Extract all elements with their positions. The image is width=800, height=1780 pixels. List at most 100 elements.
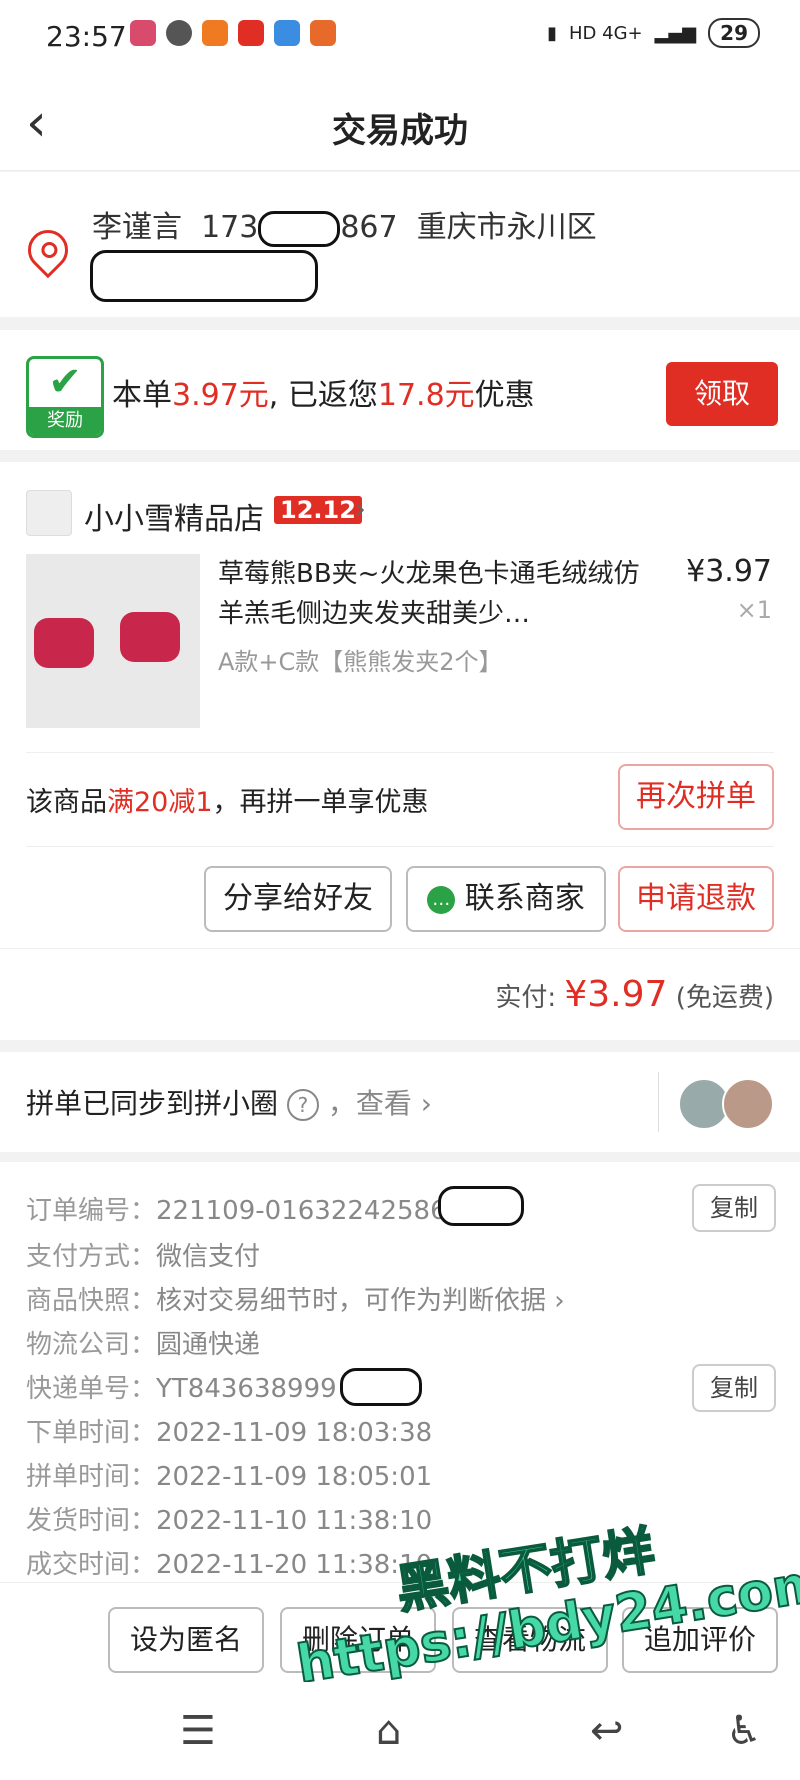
detail-order-no: 订单编号：221109-01632242586: [26, 1190, 447, 1227]
detail-value: 圆通快递: [156, 1330, 261, 1360]
group-circle-label: 拼单已同步到拼小圈: [26, 1087, 279, 1120]
address-card[interactable]: 李谨言 173 867 重庆市永川区: [0, 172, 800, 317]
promo-text-pre: 该商品: [26, 787, 107, 818]
app-notification-icon: [130, 20, 156, 46]
wechat-icon: [166, 20, 192, 46]
chat-icon: …: [427, 885, 456, 914]
signal-icon: ▂▄▆: [654, 22, 697, 44]
detail-payment: 支付方式：微信支付: [26, 1236, 260, 1273]
network-label: HD 4G+: [569, 22, 643, 44]
recipient-name: 李谨言: [92, 210, 182, 245]
redaction-mark: [258, 210, 341, 247]
battery-indicator: 29: [708, 18, 760, 48]
store-logo: [26, 490, 72, 536]
location-pin-icon: [19, 221, 77, 279]
detail-value: 微信支付: [156, 1242, 261, 1272]
product-price: ¥3.97: [686, 554, 772, 589]
copy-tracking-button[interactable]: 复制: [692, 1364, 776, 1412]
detail-value: 2022-11-09 18:05:01: [156, 1462, 433, 1492]
address-line: 李谨言 173 867 重庆市永川区: [92, 202, 597, 247]
back-nav-icon[interactable]: ↩: [590, 1708, 624, 1754]
avatar: [722, 1078, 774, 1130]
detail-label: 成交时间：: [26, 1550, 157, 1580]
product-variant: A款+C款【熊熊发夹2个】: [218, 648, 503, 676]
home-icon[interactable]: ⌂: [376, 1708, 401, 1754]
reward-badge: ✔ 奖励: [26, 356, 104, 438]
group-circle-banner[interactable]: 拼单已同步到拼小圈 ? ，查看 ›: [0, 1052, 800, 1152]
detail-label: 下单时间：: [26, 1418, 157, 1448]
help-icon[interactable]: ?: [286, 1089, 319, 1121]
anonymous-button[interactable]: 设为匿名: [108, 1607, 264, 1673]
nav-bar: ‹ 交易成功: [0, 75, 800, 171]
status-bar: 23:57 ▮ HD 4G+ ▂▄▆ 29: [0, 0, 800, 75]
redaction-mark: [340, 1368, 422, 1406]
product-name[interactable]: 草莓熊BB夹~火龙果色卡通毛绒绒仿羊羔毛侧边夹发夹甜美少…: [218, 554, 648, 634]
divider: [0, 948, 800, 949]
view-link[interactable]: ，查看 ›: [328, 1087, 432, 1120]
copy-order-button[interactable]: 复制: [692, 1184, 776, 1232]
contact-seller-label: 联系商家: [464, 881, 585, 916]
detail-value: 2022-11-09 18:03:38: [156, 1418, 433, 1448]
promo-tag-1212: 12.12: [274, 496, 362, 524]
store-name[interactable]: 小小雪精品店: [84, 494, 264, 538]
address-region: 重庆市永川区: [416, 210, 597, 245]
system-nav-bar: ☰ ⌂ ↩ ♿: [0, 1682, 800, 1780]
reward-text: 本单3.97元, 已返您17.8元优惠: [112, 370, 535, 414]
detail-label: 发货时间：: [26, 1506, 157, 1536]
status-right: ▮ HD 4G+ ▂▄▆ 29: [547, 18, 760, 48]
redaction-mark: [90, 250, 318, 302]
accessibility-icon[interactable]: ♿: [726, 1708, 762, 1754]
menu-icon[interactable]: ☰: [180, 1708, 216, 1754]
redaction-mark: [438, 1186, 524, 1226]
refund-button[interactable]: 申请退款: [618, 866, 774, 932]
reward-text-post: 优惠: [474, 378, 535, 413]
product-image-part: [34, 618, 94, 668]
detail-snapshot[interactable]: 商品快照：核对交易细节时，可作为判断依据 ›: [26, 1280, 565, 1317]
detail-label: 快递单号：: [26, 1374, 157, 1404]
detail-label: 订单编号：: [26, 1196, 157, 1226]
paid-label: 实付:: [495, 983, 557, 1013]
promo-highlight: 满20减1: [107, 787, 213, 818]
promo-text: 该商品满20减1，再拼一单享优惠: [26, 780, 429, 819]
product-qty: ×1: [736, 596, 772, 624]
app-notification-icon: [310, 20, 336, 46]
divider: [26, 752, 774, 753]
reward-text-pre: 本单: [112, 378, 172, 413]
product-image-part: [120, 612, 180, 662]
share-button[interactable]: 分享给好友: [204, 866, 392, 932]
detail-value: YT843638999: [156, 1374, 337, 1404]
phone-prefix: 173: [201, 210, 259, 245]
reward-text-mid: , 已返您: [268, 378, 378, 413]
detail-logistics: 物流公司：圆通快递: [26, 1324, 260, 1361]
notification-icons: [130, 20, 336, 46]
detail-label: 拼单时间：: [26, 1462, 157, 1492]
app-notification-icon: [238, 20, 264, 46]
claim-button[interactable]: 领取: [666, 362, 778, 426]
detail-label: 商品快照：: [26, 1286, 157, 1316]
reward-discount: 17.8元: [377, 378, 475, 413]
reward-amount: 3.97元: [172, 378, 269, 413]
reward-badge-label: 奖励: [29, 407, 101, 435]
detail-value: 2022-11-10 11:38:10: [156, 1506, 433, 1536]
divider: [26, 846, 774, 847]
reward-banner: ✔ 奖励 本单3.97元, 已返您17.8元优惠 领取: [0, 330, 800, 450]
detail-order-time: 下单时间：2022-11-09 18:03:38: [26, 1412, 432, 1449]
paid-note: (免运费): [675, 983, 774, 1013]
paid-amount: 实付: ¥3.97 (免运费): [495, 974, 774, 1015]
detail-ship-time: 发货时间：2022-11-10 11:38:10: [26, 1500, 432, 1537]
page-title: 交易成功: [332, 111, 468, 151]
product-image[interactable]: [26, 554, 200, 728]
group-circle-text: 拼单已同步到拼小圈 ? ，查看 ›: [26, 1082, 432, 1122]
detail-value: 核对交易细节时，可作为判断依据 ›: [156, 1286, 565, 1316]
status-time: 23:57: [46, 20, 127, 53]
detail-tracking: 快递单号：YT843638999: [26, 1368, 337, 1405]
promo-text-post: ，再拼一单享优惠: [212, 787, 429, 818]
contact-seller-button[interactable]: … 联系商家: [406, 866, 606, 932]
vibrate-icon: ▮: [547, 22, 558, 44]
app-notification-icon: [202, 20, 228, 46]
detail-value: 221109-01632242586: [156, 1196, 447, 1226]
phone-suffix: 867: [340, 210, 398, 245]
chevron-right-icon[interactable]: ›: [354, 492, 366, 527]
regroup-button[interactable]: 再次拼单: [618, 764, 774, 830]
check-icon: ✔: [48, 359, 82, 405]
